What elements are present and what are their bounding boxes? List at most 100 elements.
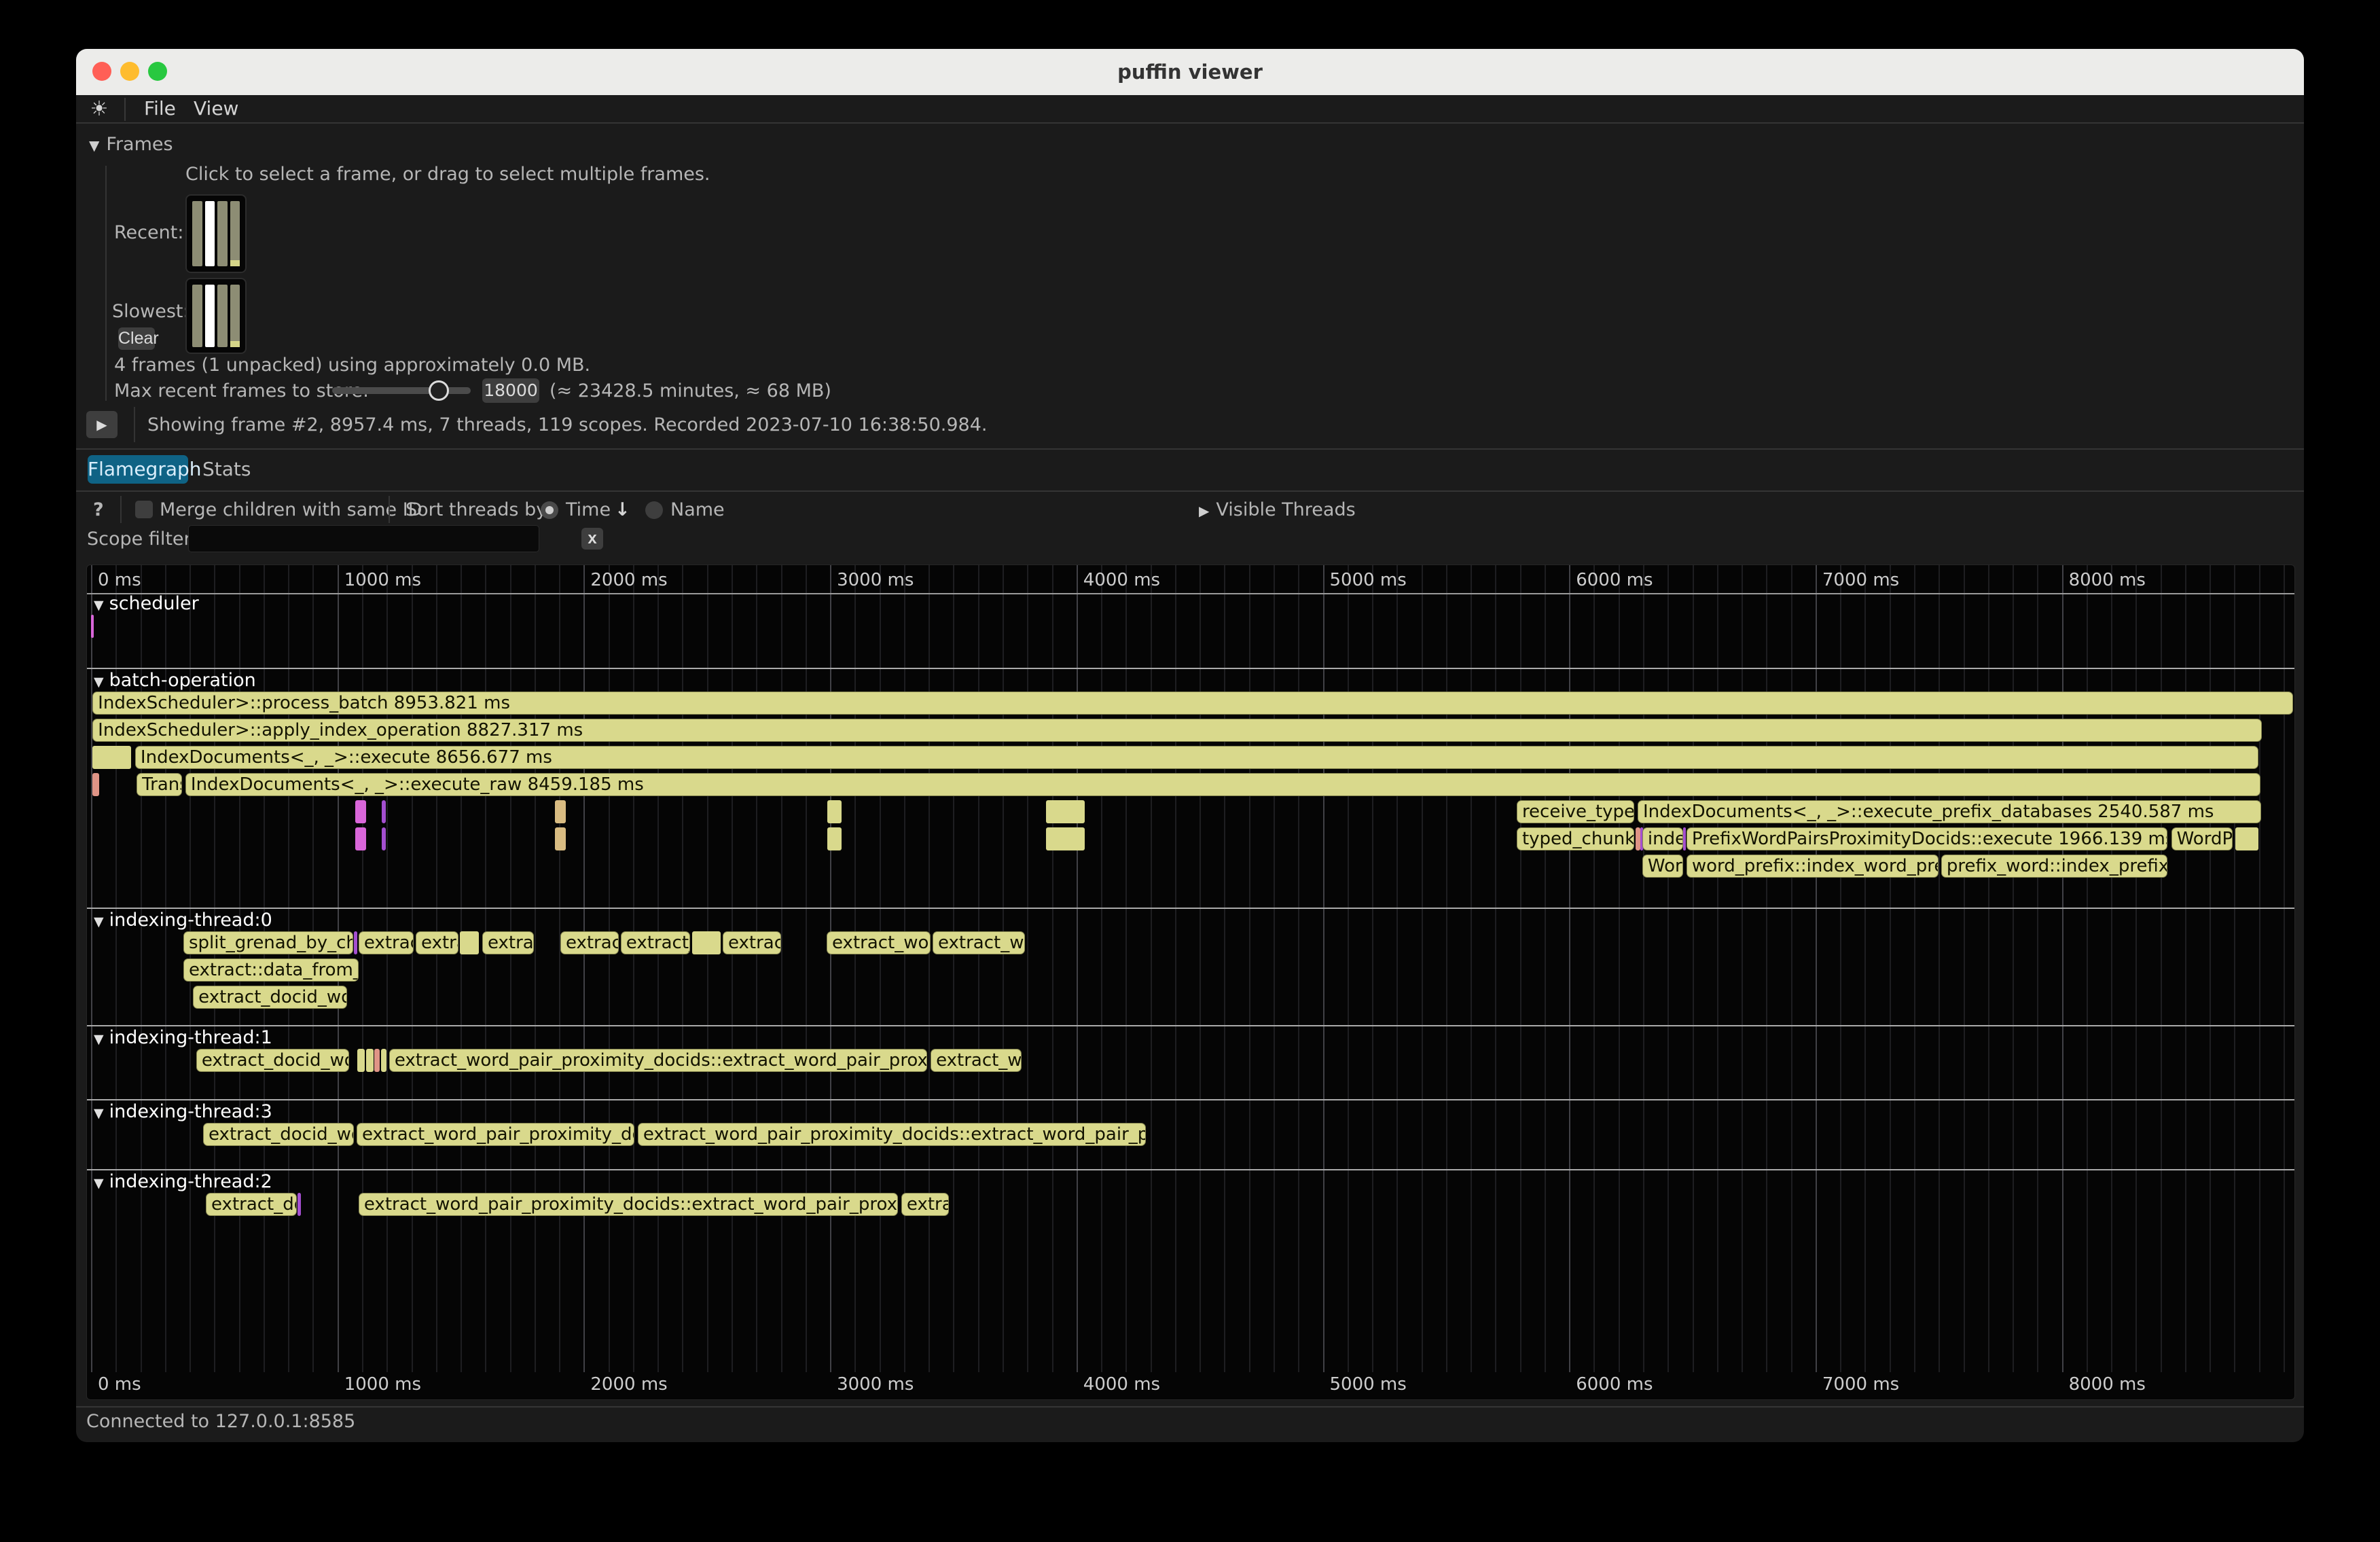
- radio-sort-name[interactable]: [645, 501, 663, 519]
- frame-bar[interactable]: [192, 285, 202, 347]
- scope-bar[interactable]: [382, 827, 386, 850]
- scope-bar[interactable]: [827, 800, 842, 823]
- scope-bar[interactable]: extract_: [621, 931, 690, 954]
- scope-bar[interactable]: IndexDocuments<_, _>::execute_prefix_dat…: [1638, 800, 2261, 823]
- menu-item-file[interactable]: File: [144, 95, 176, 124]
- scope-filter-input[interactable]: [188, 525, 539, 552]
- help-button[interactable]: ?: [93, 500, 104, 520]
- scope-bar[interactable]: IndexDocuments<_, _>::execute 8656.677 m…: [135, 746, 2258, 769]
- scope-bar[interactable]: [1636, 827, 1640, 850]
- merge-children-checkbox[interactable]: [135, 501, 153, 518]
- scope-bar[interactable]: [692, 931, 721, 954]
- max-frames-value[interactable]: 18000: [482, 378, 539, 403]
- scope-bar[interactable]: [1046, 827, 1085, 850]
- divider: [389, 496, 390, 523]
- scope-bar[interactable]: extract_word_pair_proximity_docids: [357, 1123, 634, 1146]
- scope-bar[interactable]: extract_wo: [933, 931, 1025, 954]
- scope-bar[interactable]: [355, 827, 366, 850]
- scope-bar[interactable]: [91, 615, 94, 638]
- scope-bar[interactable]: index: [1642, 827, 1683, 850]
- frame-bar[interactable]: [192, 201, 202, 266]
- slowest-frames-thumbnail[interactable]: [185, 278, 247, 354]
- scope-bar[interactable]: WordPr: [2171, 827, 2233, 850]
- frame-bar[interactable]: [217, 201, 228, 266]
- frame-bar-tick: [230, 341, 240, 347]
- scope-bar[interactable]: extrac: [901, 1193, 949, 1216]
- scope-bar[interactable]: [382, 800, 386, 823]
- play-button[interactable]: ▶: [86, 411, 118, 438]
- scope-bar[interactable]: [827, 827, 842, 850]
- frames-section-header[interactable]: ▼Frames: [89, 135, 173, 156]
- thread-group-header[interactable]: ▼indexing-thread:3: [94, 1102, 272, 1122]
- scope-bar[interactable]: extrac: [482, 931, 534, 954]
- scope-bar[interactable]: word_prefix::index_word_prefix_: [1687, 855, 1939, 878]
- scope-bar[interactable]: extract_docid_word: [193, 986, 347, 1009]
- scope-bar[interactable]: [555, 800, 566, 823]
- visible-threads-toggle[interactable]: ▶Visible Threads: [1199, 500, 1356, 521]
- scope-bar[interactable]: [366, 1049, 374, 1072]
- gridline: [436, 565, 437, 1372]
- recent-frames-thumbnail[interactable]: [185, 194, 247, 273]
- scope-bar[interactable]: extract_word_pair_proximity_docids::extr…: [359, 1193, 898, 1216]
- scope-bar[interactable]: [381, 1049, 386, 1072]
- scope-bar[interactable]: [374, 1049, 380, 1072]
- scope-bar[interactable]: extract: [359, 931, 414, 954]
- scope-bar[interactable]: [357, 1049, 365, 1072]
- scope-bar[interactable]: extract_wo: [931, 1049, 1022, 1072]
- sort-direction-arrow-icon[interactable]: ↓: [615, 500, 630, 520]
- scope-bar[interactable]: IndexScheduler>::apply_index_operation 8…: [92, 719, 2262, 742]
- clear-slowest-button[interactable]: Clear: [118, 327, 155, 350]
- frame-bar-selected[interactable]: [205, 285, 215, 347]
- scope-bar[interactable]: extra: [416, 931, 458, 954]
- scope-bar[interactable]: extract_word: [827, 931, 931, 954]
- scope-bar[interactable]: Trans: [137, 773, 182, 796]
- scope-bar[interactable]: receive_typed_: [1517, 800, 1634, 823]
- scope-bar[interactable]: PrefixWordPairsProximityDocids::execute …: [1687, 827, 2167, 850]
- scope-bar[interactable]: [92, 746, 131, 769]
- frame-bar[interactable]: [217, 285, 228, 347]
- scope-bar[interactable]: [298, 1193, 302, 1216]
- scope-bar[interactable]: extract_word_pair_proximity_docids::extr…: [389, 1049, 927, 1072]
- scope-bar[interactable]: IndexDocuments<_, _>::execute_raw 8459.1…: [185, 773, 2260, 796]
- scope-bar[interactable]: [1046, 800, 1085, 823]
- scope-bar[interactable]: [92, 773, 99, 796]
- frame-bar[interactable]: [230, 201, 240, 266]
- scope-bar[interactable]: Word: [1642, 855, 1683, 878]
- slider-knob[interactable]: [429, 380, 449, 401]
- gridline: [1816, 565, 1817, 1372]
- scope-bar[interactable]: extract::data_from_ob: [183, 958, 359, 982]
- radio-sort-time[interactable]: [541, 501, 558, 519]
- gridline: [609, 565, 610, 1372]
- scope-bar[interactable]: extract_doc: [206, 1193, 297, 1216]
- scope-bar[interactable]: [555, 827, 566, 850]
- scope-bar[interactable]: [460, 931, 479, 954]
- scope-bar[interactable]: [2235, 827, 2258, 850]
- scope-bar[interactable]: extract_docid_word: [196, 1049, 349, 1072]
- thread-group-header[interactable]: ▼scheduler: [94, 594, 199, 613]
- thread-group-header[interactable]: ▼batch-operation: [94, 670, 256, 690]
- clear-filter-button[interactable]: x: [581, 528, 603, 550]
- scope-bar[interactable]: [1683, 827, 1686, 850]
- scope-bar[interactable]: [355, 800, 366, 823]
- scope-bar[interactable]: prefix_word::index_prefix_wo: [1941, 855, 2167, 878]
- scope-bar[interactable]: extract_word_pair_proximity_docids::extr…: [638, 1123, 1146, 1146]
- frame-bar-selected[interactable]: [205, 201, 215, 266]
- thread-group-header[interactable]: ▼indexing-thread:2: [94, 1172, 272, 1191]
- scope-bar[interactable]: extract: [723, 931, 781, 954]
- tab-flamegraph[interactable]: Flamegraph: [88, 455, 188, 484]
- thread-group-header[interactable]: ▼indexing-thread:1: [94, 1028, 272, 1047]
- max-frames-slider[interactable]: [332, 387, 471, 394]
- scope-bar[interactable]: IndexScheduler>::process_batch 8953.821 …: [92, 692, 2293, 715]
- gridline: [1348, 565, 1349, 1372]
- scope-bar[interactable]: extract_: [560, 931, 619, 954]
- scope-bar[interactable]: typed_chunk::w: [1517, 827, 1634, 850]
- flamegraph-canvas[interactable]: 0 ms0 ms1000 ms1000 ms2000 ms2000 ms3000…: [86, 564, 2295, 1400]
- tab-stats[interactable]: Stats: [202, 455, 251, 484]
- frame-bar[interactable]: [230, 285, 240, 347]
- menu-item-view[interactable]: View: [194, 95, 238, 124]
- scope-bar[interactable]: split_grenad_by_chun: [183, 931, 353, 954]
- thread-group-header[interactable]: ▼indexing-thread:0: [94, 910, 272, 930]
- theme-toggle-button[interactable]: ☀: [87, 98, 111, 121]
- scope-bar[interactable]: [354, 931, 358, 954]
- scope-bar[interactable]: extract_docid_word: [203, 1123, 354, 1146]
